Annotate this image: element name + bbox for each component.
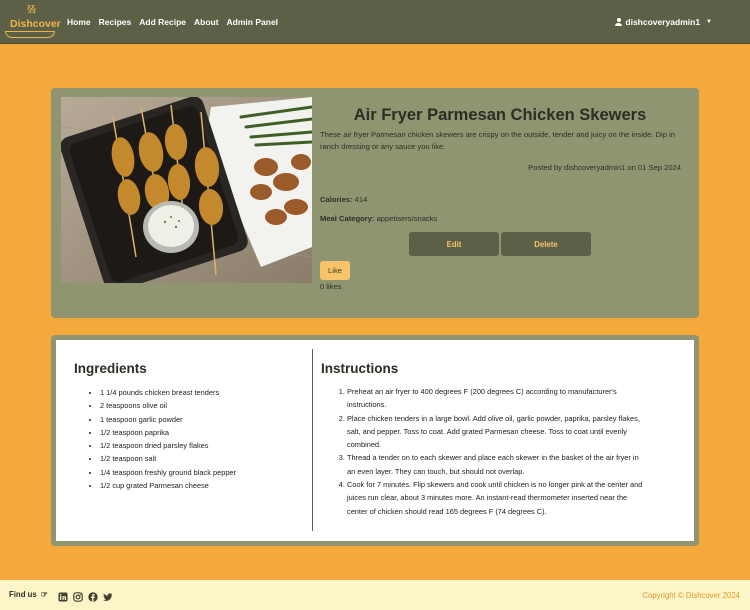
nav-home[interactable]: Home: [67, 17, 91, 27]
column-divider: [312, 349, 313, 531]
dishcover-logo[interactable]: §§ Dishcover: [5, 4, 61, 40]
delete-button[interactable]: Delete: [501, 232, 591, 256]
meal-category-line: Meal Category: appetisers/snacks: [320, 214, 437, 223]
nav-recipes[interactable]: Recipes: [99, 17, 132, 27]
meal-category-label: Meal Category:: [320, 214, 375, 223]
instructions-title: Instructions: [321, 361, 399, 376]
likes-count: 0 likes: [320, 282, 342, 291]
logo-text: Dishcover: [10, 18, 61, 30]
user-icon: [615, 18, 623, 26]
ingredient-item: 1/2 teaspoon dried parsley flakes: [100, 439, 300, 452]
footer: Find us ☞ Copyright © Dishcover 2024: [0, 580, 750, 610]
recipe-details: Ingredients 1 1/4 pounds chicken breast …: [56, 340, 694, 541]
like-button[interactable]: Like: [320, 261, 350, 280]
instruction-step: Cook for 7 minutes. Flip skewers and coo…: [347, 478, 647, 518]
social-links: [58, 589, 113, 602]
nav-admin-panel[interactable]: Admin Panel: [227, 17, 278, 27]
ingredient-item: 2 teaspoons olive oil: [100, 399, 300, 412]
instruction-step: Place chicken tenders in a large bowl. A…: [347, 412, 647, 452]
nav-links: Home Recipes Add Recipe About Admin Pane…: [67, 17, 278, 27]
instruction-step: Preheat an air fryer to 400 degrees F (2…: [347, 385, 647, 412]
calories-value: 414: [354, 195, 368, 204]
steam-icon: §§: [27, 4, 36, 15]
posted-by: Posted by dishcoveryadmin1 on 01 Sep 202…: [528, 163, 681, 172]
nav-add-recipe[interactable]: Add Recipe: [139, 17, 186, 27]
hand-pointing-icon: ☞: [40, 590, 48, 599]
nav-about[interactable]: About: [194, 17, 219, 27]
calories-line: Calories: 414: [320, 195, 367, 204]
recipe-description: These air fryer Parmesan chicken skewers…: [320, 130, 675, 151]
instructions-list: Preheat an air fryer to 400 degrees F (2…: [347, 385, 647, 518]
calories-label: Calories:: [320, 195, 353, 204]
plate-icon: [5, 31, 55, 38]
recipe-card: Air Fryer Parmesan Chicken Skewers These…: [51, 88, 699, 318]
ingredients-title: Ingredients: [74, 361, 147, 376]
caret-down-icon: ▼: [706, 19, 712, 25]
find-us: Find us ☞: [9, 590, 48, 599]
recipe-details-frame: Ingredients 1 1/4 pounds chicken breast …: [51, 335, 699, 546]
copyright-text: Copyright © Dishcover 2024: [642, 591, 740, 600]
navbar: §§ Dishcover Home Recipes Add Recipe Abo…: [0, 0, 750, 44]
find-us-label: Find us: [9, 590, 37, 599]
ingredients-list: 1 1/4 pounds chicken breast tenders 2 te…: [100, 386, 300, 492]
recipe-photo: [61, 97, 312, 283]
instruction-step: Thread a tender on to each skewer and pl…: [347, 451, 647, 478]
ingredient-item: 1/4 teaspoon freshly ground black pepper: [100, 466, 300, 479]
edit-button[interactable]: Edit: [409, 232, 499, 256]
ingredient-item: 1 teaspoon garlic powder: [100, 413, 300, 426]
instagram-icon[interactable]: [73, 589, 83, 602]
twitter-icon[interactable]: [103, 589, 113, 601]
username: dishcoveryadmin1: [625, 17, 701, 27]
user-dropdown[interactable]: dishcoveryadmin1 ▼: [615, 17, 712, 27]
linkedin-icon[interactable]: [58, 589, 68, 602]
ingredient-item: 1/2 cup grated Parmesan cheese: [100, 479, 300, 492]
ingredient-item: 1/2 teaspoon paprika: [100, 426, 300, 439]
ingredient-item: 1 1/4 pounds chicken breast tenders: [100, 386, 300, 399]
facebook-icon[interactable]: [88, 589, 98, 602]
ingredient-item: 1/2 teaspoon salt: [100, 452, 300, 465]
recipe-title: Air Fryer Parmesan Chicken Skewers: [353, 106, 647, 124]
meal-category-value: appetisers/snacks: [376, 214, 438, 223]
